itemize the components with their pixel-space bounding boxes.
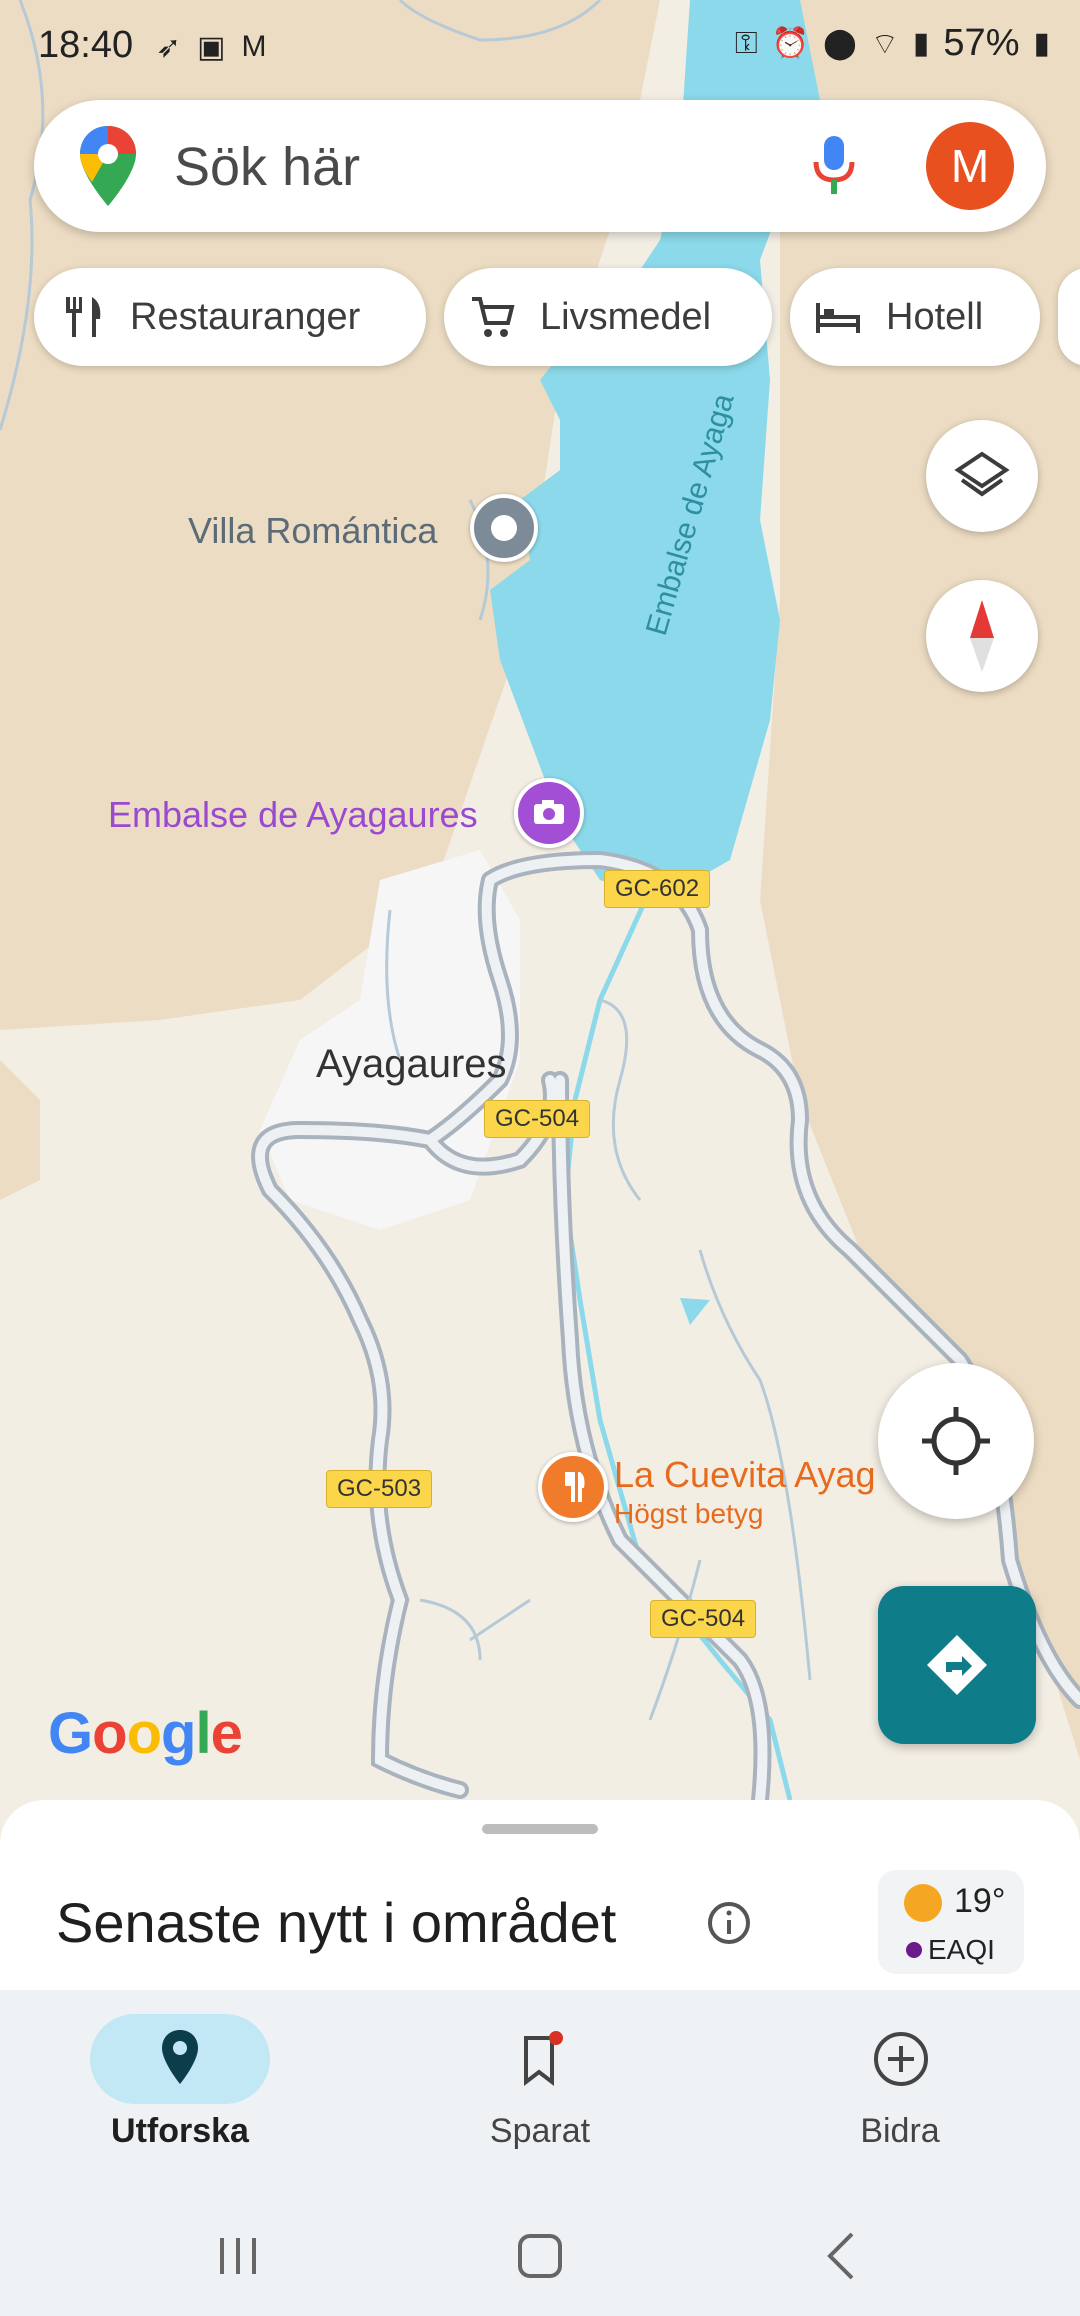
road-shield-gc503: GC-503	[326, 1470, 433, 1508]
alarm-icon: ⏰	[771, 27, 810, 60]
vpn-key-icon: ⚿	[734, 26, 758, 60]
account-avatar[interactable]: M	[926, 122, 1014, 210]
restaurant-name: La Cuevita Ayag	[614, 1454, 876, 1495]
weather-widget[interactable]: 19° EAQI	[878, 1870, 1024, 1974]
restaurant-marker-icon[interactable]	[538, 1452, 608, 1522]
search-bar[interactable]: Sök här M	[34, 100, 1046, 232]
compass-icon	[970, 600, 994, 672]
back-icon[interactable]	[822, 2230, 862, 2282]
add-circle-icon	[874, 2032, 928, 2086]
weather-aqi: EAQI	[928, 1934, 995, 1965]
bookmark-icon	[524, 2031, 563, 2087]
chip-groceries-label: Livsmedel	[540, 295, 712, 338]
restaurant-rating-note: Högst betyg	[614, 1498, 764, 1529]
directions-button[interactable]	[878, 1586, 1036, 1744]
explore-pin-icon	[162, 2030, 198, 2084]
battery-percent: 57%	[943, 22, 1020, 64]
directions-icon	[927, 1635, 987, 1695]
recent-apps-icon[interactable]	[214, 2230, 264, 2280]
navigation-arrow-icon: ➶	[156, 31, 182, 64]
wifi-icon: ⌔	[870, 27, 899, 61]
compass-button[interactable]	[926, 580, 1038, 692]
reservoir-poi-label[interactable]: Embalse de Ayagaures	[108, 794, 478, 836]
bottom-sheet[interactable]: Senaste nytt i området 19° EAQI	[0, 1800, 1080, 2000]
chip-more[interactable]	[1058, 268, 1080, 366]
sheet-drag-handle[interactable]	[482, 1824, 598, 1834]
fork-knife-icon	[66, 297, 101, 337]
search-input[interactable]: Sök här	[174, 136, 360, 198]
maps-pin-logo-icon	[80, 126, 136, 206]
bed-icon	[816, 303, 860, 333]
image-icon: ▣	[197, 31, 226, 64]
chip-restaurants[interactable]: Restauranger	[34, 268, 426, 366]
nav-saved-label: Sparat	[489, 2112, 591, 2150]
status-bar: 18:40 ➶ ▣ M ⚿ ⏰ ⬤ ⌔ ▮ 57% ▮	[0, 0, 1080, 96]
my-location-button[interactable]	[878, 1363, 1034, 1519]
weather-temperature: 19°	[954, 1882, 1006, 1920]
nav-saved[interactable]: Sparat	[390, 2014, 690, 2151]
villa-marker-icon[interactable]	[470, 494, 538, 562]
sheet-title: Senaste nytt i området	[56, 1891, 617, 1954]
sun-icon	[904, 1884, 942, 1922]
road-shield-gc504: GC-504	[484, 1100, 591, 1138]
status-time: 18:40	[38, 24, 134, 66]
town-label[interactable]: Ayagaures	[316, 1042, 507, 1087]
battery-icon: ▮	[1033, 27, 1050, 60]
nav-explore-label: Utforska	[111, 2112, 249, 2150]
chip-hotels[interactable]: Hotell	[790, 268, 1040, 366]
nav-contribute-label: Bidra	[860, 2112, 940, 2150]
layers-icon	[954, 451, 1010, 497]
nav-explore-indicator	[90, 2014, 270, 2104]
system-navigation-bar	[0, 2200, 1080, 2316]
microphone-icon[interactable]	[812, 134, 856, 198]
location-icon: ⬤	[823, 27, 857, 60]
chip-restaurants-label: Restauranger	[130, 295, 361, 338]
cart-icon	[472, 297, 515, 337]
nav-explore[interactable]: Utforska	[30, 2014, 330, 2151]
crosshair-icon	[922, 1407, 990, 1475]
home-icon[interactable]	[514, 2230, 566, 2282]
chip-groceries[interactable]: Livsmedel	[444, 268, 772, 366]
road-shield-gc602: GC-602	[604, 870, 711, 908]
signal-icon: ▮	[912, 27, 930, 60]
info-icon[interactable]	[706, 1900, 752, 1946]
villa-label[interactable]: Villa Romántica	[188, 510, 437, 552]
layers-button[interactable]	[926, 420, 1038, 532]
road-shield-gc504-south: GC-504	[650, 1600, 757, 1638]
chip-hotels-label: Hotell	[886, 295, 984, 338]
nav-contribute[interactable]: Bidra	[750, 2014, 1050, 2151]
google-logo: Google	[48, 1701, 243, 1766]
camera-poi-icon[interactable]	[514, 778, 584, 848]
gmail-icon: M	[241, 30, 267, 63]
restaurant-label[interactable]: La Cuevita Ayag Högst betyg	[614, 1454, 904, 1530]
aqi-dot-icon	[906, 1942, 922, 1958]
